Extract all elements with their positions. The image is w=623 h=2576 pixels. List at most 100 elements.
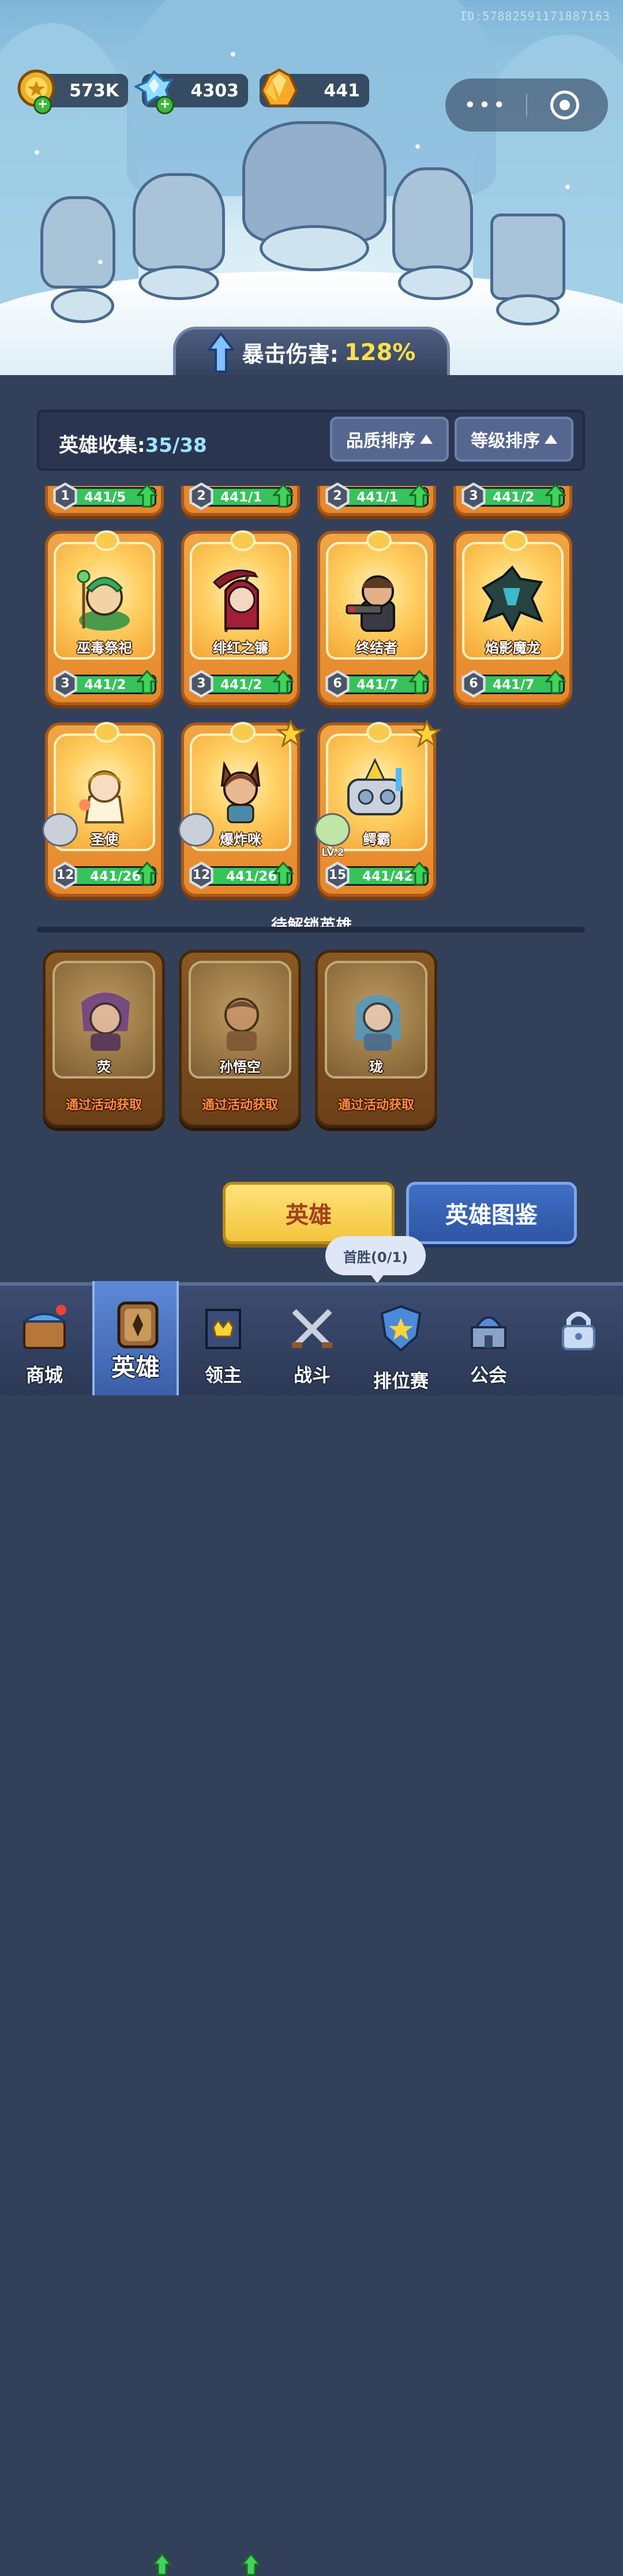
add-crystal-icon[interactable]: + (156, 96, 174, 114)
hero-card-peek[interactable]: 441/5 1 (45, 482, 164, 516)
hero-codex-button[interactable]: 英雄图鉴 (406, 1182, 577, 1244)
level-number: 6 (464, 673, 483, 695)
upgrade-arrow-icon (545, 484, 566, 508)
locked-hero-card[interactable]: 珑 通过活动获取 (315, 950, 437, 1128)
nav-shop[interactable]: 商城 (1, 1286, 88, 1395)
hero-card-saint[interactable]: 圣使 441/26 12 (42, 722, 164, 897)
nav-label: 排位赛 (373, 1370, 429, 1392)
up-arrow-icon (206, 331, 235, 373)
unlock-method: 通过活动获取 (337, 1098, 414, 1113)
hero-card-peek[interactable]: 441/1 2 (317, 482, 436, 516)
statue-maiden (392, 167, 473, 271)
upgrade-arrow-icon (273, 484, 294, 508)
player-id: ID:57882591171887163 (460, 9, 610, 23)
upgrade-arrow-icon (273, 670, 294, 694)
hero-name: 珑 (369, 1059, 383, 1075)
sort-level-button[interactable]: 等级排序 (455, 417, 573, 462)
hero-card-crimson-scythe[interactable]: 绯红之镰 441/2 3 (181, 530, 300, 705)
croc-boss-portrait (347, 758, 403, 815)
nav-ranked[interactable]: 排位赛 (358, 1286, 444, 1395)
hero-name: 绯红之镰 (213, 640, 268, 656)
star-icon (276, 720, 305, 748)
ice-statue-scene (0, 0, 623, 375)
nav-label: 战斗 (293, 1364, 331, 1386)
collection-count: 35/38 (145, 434, 207, 457)
pet-mech-icon (42, 813, 78, 847)
upgrade-arrow-icon (137, 862, 157, 886)
hero-card-voodoo-priest[interactable]: 巫毒祭祀 441/2 3 (45, 530, 164, 705)
upgrade-arrow-icon (137, 670, 157, 694)
hero-card-shadow-dragon[interactable]: 焰影魔龙 441/7 6 (453, 530, 572, 705)
add-gold-icon[interactable]: + (33, 96, 52, 114)
upgrade-arrow-icon (409, 862, 430, 886)
hero-name: 巫毒祭祀 (77, 640, 132, 656)
locked-hero-portrait (81, 993, 130, 1051)
gold-value: 573K (69, 80, 119, 101)
hero-name: 焰影魔龙 (485, 640, 541, 656)
upgrade-arrow-icon (273, 862, 294, 886)
more-dots-icon[interactable]: ••• (445, 93, 526, 117)
terminator-portrait (346, 575, 395, 632)
level-number: 1 (55, 485, 75, 507)
boom-cat-portrait (220, 761, 261, 823)
voodoo-priest-portrait (77, 570, 130, 631)
upgrade-arrow-icon (409, 484, 430, 508)
saint-portrait (79, 770, 125, 823)
progress-text: 441/2 (84, 677, 126, 692)
upgrade-arrow-icon (409, 670, 430, 694)
card-crest (230, 722, 256, 743)
target-circle-icon[interactable] (550, 91, 579, 119)
level-number: 15 (328, 864, 347, 886)
hero-card-boom-cat[interactable]: 爆炸咪 441/26 12 (178, 720, 305, 897)
level-number: 3 (192, 673, 211, 695)
pet-creature-icon (314, 813, 350, 847)
upgrade-arrow-icon (137, 484, 157, 508)
crystal-value: 4303 (190, 80, 239, 101)
statue-dragon (242, 121, 386, 242)
crimson-scythe-portrait (212, 570, 259, 632)
crit-value: 128% (344, 339, 416, 366)
triangle-up-icon (420, 435, 433, 444)
sort-quality-button[interactable]: 品质排序 (330, 417, 449, 462)
hero-card-peek[interactable]: 441/2 3 (453, 482, 572, 516)
statue-left (40, 196, 115, 289)
hero-card-peek[interactable]: 441/1 2 (181, 482, 300, 516)
gem-value: 441 (324, 80, 360, 101)
hero-card-terminator[interactable]: 终结者 441/7 6 (317, 530, 436, 705)
guild-castle-icon (471, 1316, 506, 1349)
locked-hero-card[interactable]: 荧 通过活动获取 (43, 950, 165, 1128)
progress-text: 441/26 (90, 869, 141, 884)
locked-section-title: 待解锁英雄 (271, 916, 352, 935)
section-divider (37, 927, 585, 933)
mini-program-capsule: ••• (445, 78, 608, 132)
capsule-separator (526, 93, 527, 117)
level-number: 6 (328, 673, 347, 695)
level-number: 2 (328, 485, 347, 507)
collection-header: 英雄收集:35/38 品质排序 等级排序 (37, 410, 585, 471)
statue-griffin (133, 173, 225, 271)
card-crest (366, 722, 392, 743)
shadow-dragon-portrait (482, 565, 543, 632)
nav-lord[interactable]: 领主 (180, 1286, 267, 1395)
nav-label: 领主 (204, 1364, 242, 1386)
statue-robot (490, 214, 565, 300)
nav-locked[interactable] (535, 1286, 622, 1395)
triangle-up-icon (545, 435, 557, 444)
statue-pedestal (51, 289, 114, 323)
progress-text: 441/7 (356, 677, 399, 692)
crit-damage-banner: 暴击伤害: 128% (173, 327, 450, 375)
hero-card-croc-boss[interactable]: 鳄霸 LV.2 441/42 15 (314, 720, 441, 897)
locked-hero-card[interactable]: 孙悟空 通过活动获取 (179, 950, 301, 1128)
heroes-tab-button[interactable]: 英雄 (223, 1182, 395, 1244)
nav-guild[interactable]: 公会 (445, 1286, 532, 1395)
hero-name: 终结者 (356, 640, 397, 656)
nav-heroes[interactable]: 英雄 (92, 1281, 179, 1395)
level-number: 12 (55, 864, 75, 886)
progress-text: 441/26 (226, 869, 277, 884)
upgrade-arrow-icon (241, 2553, 261, 2576)
progress-text: 441/2 (493, 490, 535, 505)
unlock-method: 通过活动获取 (201, 1098, 278, 1113)
nav-battle[interactable]: 战斗 (269, 1286, 355, 1395)
statue-pedestal (138, 265, 219, 300)
level-number: 12 (192, 864, 211, 886)
